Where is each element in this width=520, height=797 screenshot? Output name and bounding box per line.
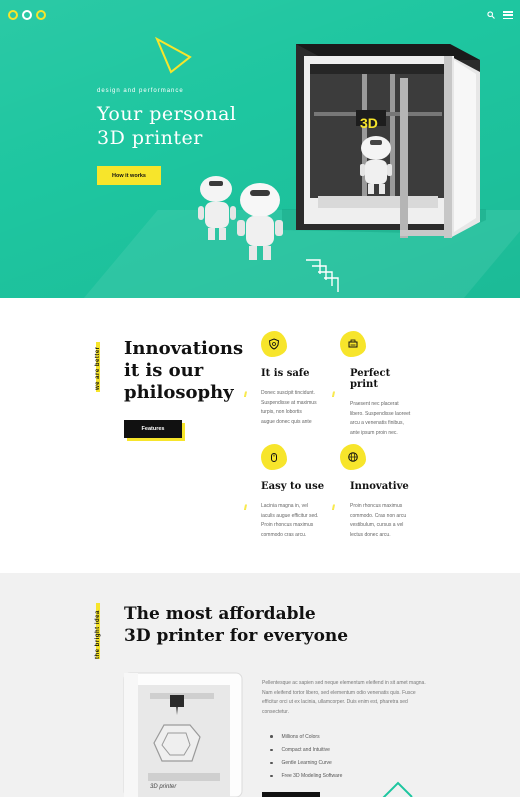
features-title-line1: Innovations [124,338,244,359]
partial-dark-button[interactable] [262,792,320,797]
features-title-line2: it is our [124,360,204,381]
bright-idea-tag: the bright idea [95,610,101,659]
feature-innovative: Innovative Proin rhoncus maximus commodo.… [340,444,420,540]
feature-icon-bg [340,331,366,357]
bright-title-line2: 3D printer for everyone [124,626,349,646]
feature-perfect-print: Perfect print Praesent nec placerat liber… [340,331,420,438]
logo-ring-right [36,10,46,20]
feature-text: Proin rhoncus maximus commodo. Cras non a… [350,503,407,538]
feature-text: Praesent nec placerat libero. Suspendisse… [350,401,411,436]
feature-slash-icon: // [332,392,335,399]
printer-illustration [282,44,486,238]
feature-title: Innovative [350,481,409,492]
site-logo[interactable] [8,10,46,20]
logo-ring-left [8,10,18,20]
how-it-works-button[interactable]: How it works [97,166,161,185]
bright-idea-paragraph: Pellentesque ac sapien sed neque element… [262,680,426,715]
list-item: Millions of Colors [270,730,342,743]
hero-section: design and performance Your personal 3D … [0,0,520,298]
hero-eyebrow: design and performance [97,88,184,94]
features-section: we are better Innovations it is our phil… [0,298,520,573]
shield-icon [268,338,280,350]
list-item: Free 3D Modeling Software [270,770,343,783]
feature-title: Perfect print [350,368,391,390]
mouse-icon [271,453,277,462]
search-icon[interactable] [487,11,495,19]
feature-slash-icon: // [244,505,247,512]
chevron-decoration [306,259,339,292]
feature-icon-bg [261,331,287,357]
printer-icon [348,339,358,348]
feature-slash-icon: // [332,505,335,512]
feature-text: Donec suscipit tincidunt. Suspendisse at … [261,390,317,425]
feature-title: Easy to use [261,481,325,492]
globe-icon [348,452,358,462]
feature-title: It is safe [261,368,310,379]
logo-ring-mid [22,10,32,20]
features-button[interactable]: Features [124,420,182,438]
feature-icon-bg [261,444,287,470]
triangle-decoration-teal [382,781,413,797]
robot-figures [198,176,283,260]
feature-text: Lacinia magna in, vel iaculis augue effic… [261,503,319,538]
bright-idea-title: The most affordable 3D printer for every… [124,603,348,647]
feature-slash-icon: // [244,392,247,399]
feature-safe: It is safe Donec suscipit tincidunt. Susp… [261,331,341,427]
features-title-line3: philosophy [124,382,234,403]
printer-frame-label: 3D printer [150,784,177,790]
triangle-decoration [154,36,192,74]
hamburger-menu-icon[interactable] [503,11,513,19]
hero-title-line2: 3D printer [97,127,203,149]
hero-title: Your personal 3D printer [97,102,237,150]
hero-title-line1: Your personal [97,103,237,125]
bright-idea-section: the bright idea The most affordable 3D p… [0,573,520,797]
bright-title-line1: The most affordable [124,604,316,624]
list-item: Compact and Intuitive [270,743,342,756]
feature-icon-bg [340,444,366,470]
features-tag: we are better [95,346,101,390]
feature-bullet-list: Millions of Colors Compact and Intuitive… [270,730,343,783]
list-item: Gentle Learning Curve [270,756,342,769]
printer-frame-illustration [123,672,243,797]
feature-easy-to-use: Easy to use Lacinia magna in, vel iaculis… [261,444,341,540]
features-title: Innovations it is our philosophy [124,338,243,404]
header-actions [487,11,513,19]
printer-3d-label: 3D [360,115,378,131]
